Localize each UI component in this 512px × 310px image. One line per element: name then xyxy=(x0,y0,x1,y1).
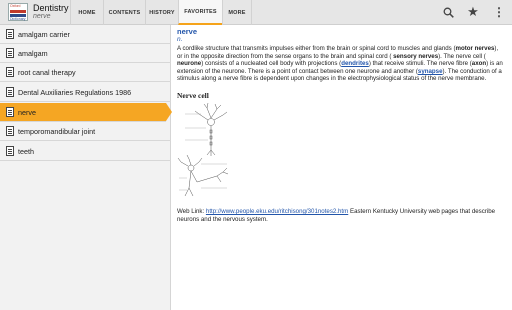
web-link-prefix: Web Link: xyxy=(177,208,206,215)
document-icon xyxy=(6,67,14,77)
figure-title: Nerve cell xyxy=(177,91,209,100)
definition-text: ) consists of a nucleated cell body with… xyxy=(201,60,342,68)
nerve-cell-diagram xyxy=(177,102,233,204)
definition-term: motor nerves xyxy=(455,45,495,52)
action-bar: Oxford Dictionary Dentistry nerve HOME C… xyxy=(0,0,512,25)
document-icon xyxy=(6,126,14,136)
overflow-menu-icon[interactable]: ⋮ xyxy=(492,5,506,19)
document-icon xyxy=(6,146,14,156)
part-of-speech: n. xyxy=(177,36,183,43)
logo-text-top: Oxford xyxy=(10,4,21,8)
list-item-label: amalgam carrier xyxy=(18,29,70,39)
definition-text: A cordlike structure that transmits impu… xyxy=(177,45,456,52)
web-link-text: Web Link: http://www.people.eku.edu/ritc… xyxy=(177,208,503,224)
document-icon xyxy=(6,107,14,117)
tab-home[interactable]: HOME xyxy=(70,0,103,25)
logo-text-bottom: Dictionary xyxy=(10,17,26,21)
search-icon[interactable] xyxy=(441,5,455,19)
definition-term: axon xyxy=(471,60,487,68)
tab-bar: HOME CONTENTS HISTORY FAVORITES MORE xyxy=(70,0,252,25)
document-icon xyxy=(6,87,14,97)
list-item-selected[interactable]: nerve xyxy=(0,103,166,122)
list-item-label: Dental Auxiliaries Regulations 1986 xyxy=(18,87,132,97)
selection-pointer xyxy=(166,103,172,121)
entry-headword: nerve xyxy=(177,27,198,36)
list-item-label: teeth xyxy=(18,146,34,156)
list-item[interactable]: amalgam carrier xyxy=(0,25,171,44)
list-item[interactable]: teeth xyxy=(0,142,171,161)
definition-text: ). The nerve cell ( xyxy=(438,52,486,60)
definition-term: neurone xyxy=(177,60,202,68)
tab-contents[interactable]: CONTENTS xyxy=(103,0,145,25)
tab-more[interactable]: MORE xyxy=(222,0,252,25)
list-item-label: amalgam xyxy=(18,48,48,58)
app-title: Dentistry xyxy=(33,3,69,13)
list-item[interactable]: root canal therapy xyxy=(0,63,171,82)
app-subtitle: nerve xyxy=(33,13,51,20)
document-icon xyxy=(6,48,14,58)
entry-pane: nerve n. A cordlike structure that trans… xyxy=(175,25,505,310)
list-item-label: temporomandibular joint xyxy=(18,126,96,136)
list-item[interactable]: amalgam xyxy=(0,44,171,63)
tab-favorites[interactable]: FAVORITES xyxy=(178,0,222,25)
app-logo-icon[interactable]: Oxford Dictionary xyxy=(8,3,28,21)
definition-text: ) that receive stimuli. The nerve fibre … xyxy=(368,60,472,68)
web-link-url[interactable]: http://www.people.eku.edu/ritchisong/301… xyxy=(206,208,348,215)
definition-term: sensory nerves xyxy=(393,52,439,60)
dendrites-link[interactable]: dendrites xyxy=(341,60,369,67)
logo-stripe-red xyxy=(10,10,26,13)
list-item-label: nerve xyxy=(18,107,36,117)
entry-definition: A cordlike structure that transmits impu… xyxy=(177,45,503,83)
star-icon[interactable]: ★ xyxy=(466,4,480,19)
list-item[interactable]: Dental Auxiliaries Regulations 1986 xyxy=(0,83,171,102)
tab-history[interactable]: HISTORY xyxy=(145,0,178,25)
synapse-link[interactable]: synapse xyxy=(418,68,443,75)
list-item-label: root canal therapy xyxy=(18,67,76,77)
list-item[interactable]: temporomandibular joint xyxy=(0,122,171,141)
document-icon xyxy=(6,29,14,39)
